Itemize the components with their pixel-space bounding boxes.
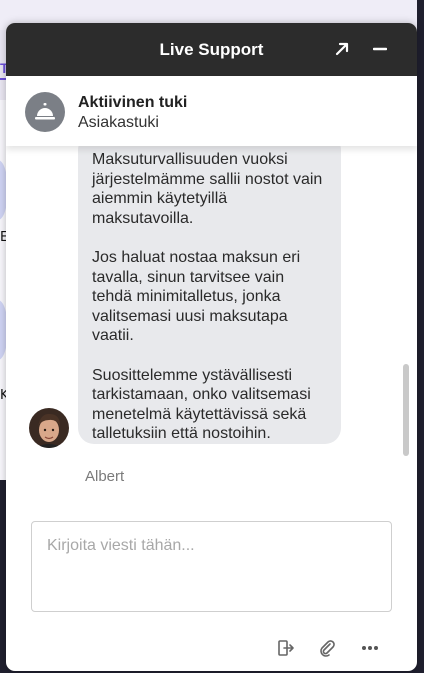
paperclip-icon[interactable]	[316, 637, 338, 659]
message-paragraph: Suosittelemme ystävällisesti tarkistamaa…	[92, 366, 311, 443]
exit-transfer-icon[interactable]	[275, 637, 297, 659]
avatar	[29, 408, 69, 448]
service-bell-icon	[25, 92, 65, 132]
message-list[interactable]: Maksuturvallisuuden vuoksi järjestelmämm…	[6, 146, 417, 516]
message-composer	[31, 521, 392, 612]
agent-name: Aktiivinen tuki	[78, 94, 188, 111]
message-input[interactable]	[32, 522, 391, 611]
more-dots-icon[interactable]	[359, 637, 381, 659]
message-paragraph: Jos haluat nostaa maksun eri tavalla, si…	[92, 249, 301, 344]
message-sender: Albert	[85, 468, 125, 485]
minimize-icon[interactable]	[367, 36, 393, 62]
message-bubble: Maksuturvallisuuden vuoksi järjestelmämm…	[78, 146, 341, 444]
message-paragraph: Maksuturvallisuuden vuoksi järjestelmämm…	[92, 151, 323, 227]
live-support-widget: Live Support Aktiivinen tuki Asiakastuki…	[6, 23, 417, 671]
background-right-edge	[417, 0, 424, 673]
widget-title: Live Support	[159, 40, 264, 59]
message-scrollbar[interactable]	[403, 364, 409, 456]
agent-role: Asiakastuki	[78, 114, 159, 131]
expand-arrow-icon[interactable]	[329, 36, 355, 62]
agent-header: Aktiivinen tuki Asiakastuki	[6, 76, 417, 146]
widget-titlebar: Live Support	[6, 23, 417, 76]
